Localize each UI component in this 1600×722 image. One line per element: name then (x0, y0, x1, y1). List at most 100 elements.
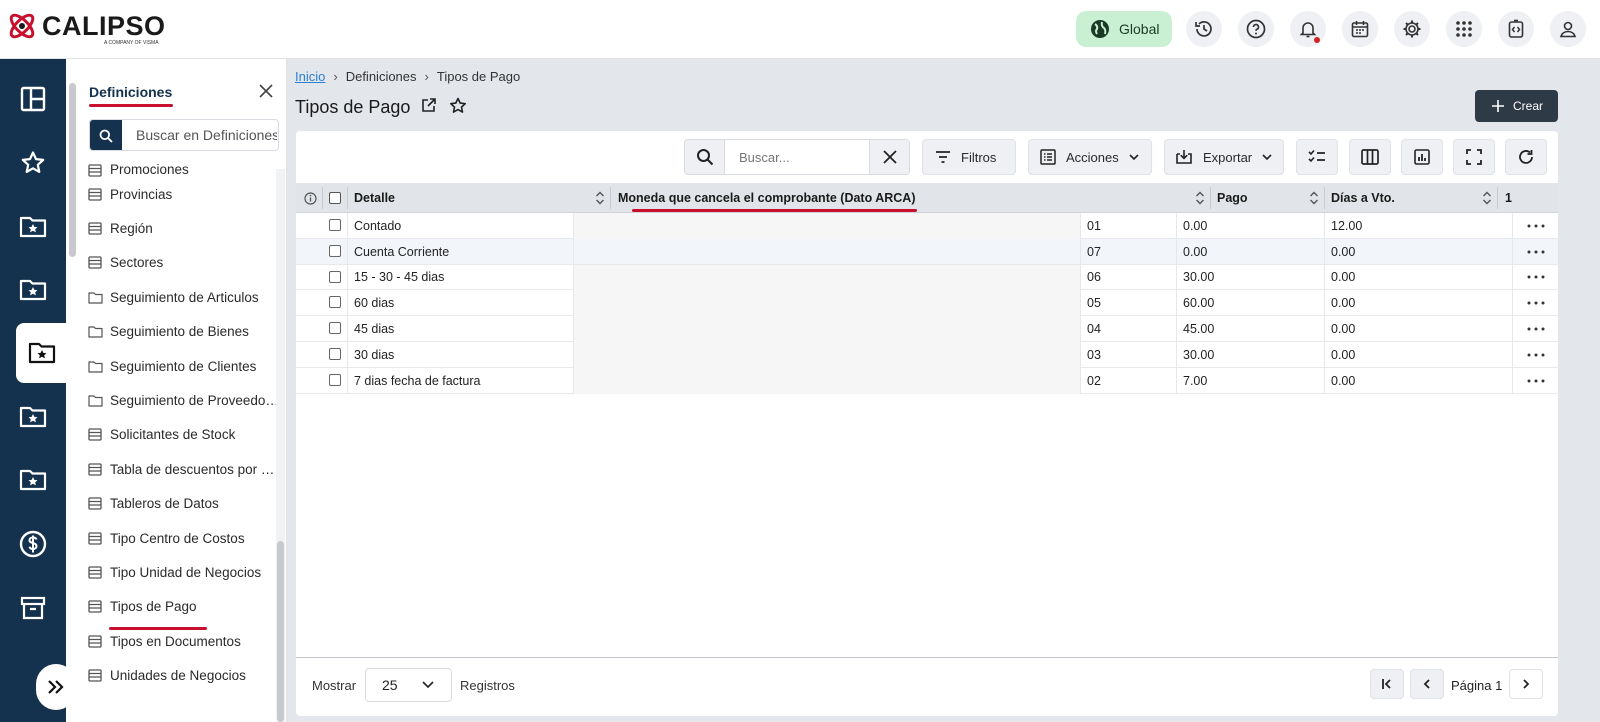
create-button[interactable]: Crear (1475, 90, 1558, 122)
help-button[interactable] (1238, 11, 1274, 47)
row-more-button[interactable] (1512, 264, 1558, 291)
rail-folder-3[interactable] (0, 387, 66, 447)
tree-item[interactable]: Seguimiento de Articulos (88, 280, 278, 314)
panel-search-input[interactable] (122, 120, 277, 150)
first-page-button[interactable] (1370, 669, 1404, 699)
table-row[interactable]: Contado 01 0.00 12.00 (296, 213, 1558, 239)
rail-dashboard[interactable] (0, 69, 66, 129)
developer-button[interactable] (1498, 11, 1534, 47)
table-row[interactable]: 45 dias 04 45.00 0.00 (296, 316, 1558, 342)
row-more-button[interactable] (1512, 316, 1558, 342)
export-button[interactable]: Exportar (1164, 139, 1284, 175)
row-checkbox[interactable] (329, 296, 341, 309)
row-checkbox[interactable] (329, 244, 341, 257)
row-more-button[interactable] (1512, 290, 1558, 317)
tree-item-label: Provincias (110, 186, 173, 202)
tree-item[interactable]: Tableros de Datos (88, 487, 278, 521)
more-horizontal-icon (1527, 250, 1544, 254)
report-button[interactable] (1401, 139, 1443, 175)
favorite-button[interactable] (449, 97, 467, 115)
notifications-button[interactable] (1290, 11, 1326, 47)
panel-title: Definiciones (89, 84, 173, 100)
tree-item[interactable]: Tipos de Pago (88, 590, 278, 624)
tree-item[interactable]: Solicitantes de Stock (88, 418, 278, 452)
table-icon (88, 531, 102, 545)
rail-folder-1[interactable] (0, 197, 66, 257)
rail-folder-4[interactable] (0, 450, 66, 510)
table-row[interactable]: 7 dias fecha de factura 02 7.00 0.00 (296, 367, 1558, 394)
tree-item[interactable]: Seguimiento de Bienes (88, 315, 278, 349)
tree-item[interactable]: Promociones (88, 161, 278, 177)
calipso-logo[interactable]: CALIPSO (6, 9, 166, 43)
cell-code: 06 (1080, 264, 1176, 291)
rail-favorites[interactable] (0, 133, 66, 193)
select-all-checkbox[interactable] (329, 183, 341, 213)
columns-button[interactable] (1349, 139, 1391, 175)
info-column-header[interactable] (304, 183, 317, 213)
breadcrumb-home-link[interactable]: Inicio (295, 69, 325, 84)
table-row[interactable]: 60 dias 05 60.00 0.00 (296, 290, 1558, 317)
row-more-button[interactable] (1512, 341, 1558, 368)
sort-icon[interactable] (1195, 190, 1205, 206)
column-header-extra[interactable]: 1 (1505, 183, 1512, 213)
grid-search-clear-button[interactable] (869, 140, 909, 174)
refresh-button[interactable] (1505, 139, 1547, 175)
breadcrumb-definitions[interactable]: Definiciones (346, 69, 417, 84)
sort-icon[interactable] (1309, 190, 1319, 206)
tree-item-label: Tipos en Documentos (110, 633, 241, 649)
calendar-button[interactable] (1342, 11, 1378, 47)
column-header-detalle[interactable]: Detalle (354, 183, 395, 213)
rail-folder-definitions[interactable] (16, 323, 66, 383)
filters-button[interactable]: Filtros (922, 139, 1016, 175)
rail-finance[interactable] (0, 514, 66, 574)
row-checkbox[interactable] (329, 270, 341, 283)
apps-button[interactable] (1446, 11, 1482, 47)
star-folder-icon (19, 406, 47, 428)
next-page-button[interactable] (1509, 669, 1543, 699)
history-button[interactable] (1186, 11, 1222, 47)
rail-archive[interactable] (0, 578, 66, 638)
panel-right-scrollbar[interactable] (276, 169, 285, 722)
grid-search-button[interactable] (685, 140, 725, 174)
prev-page-button[interactable] (1410, 669, 1444, 699)
tree-item[interactable]: Tabla de descuentos por … (88, 452, 278, 486)
sort-icon[interactable] (595, 190, 605, 206)
fullscreen-button[interactable] (1453, 139, 1495, 175)
tree-item[interactable]: Región (88, 211, 278, 245)
row-checkbox[interactable] (329, 322, 341, 335)
select-rows-button[interactable] (1296, 139, 1338, 175)
row-checkbox[interactable] (329, 347, 341, 360)
settings-button[interactable] (1394, 11, 1430, 47)
table-row[interactable]: 30 dias 03 30.00 0.00 (296, 341, 1558, 368)
tree-item[interactable]: Tipo Centro de Costos (88, 521, 278, 555)
column-header-pago[interactable]: Pago (1217, 183, 1248, 213)
row-more-button[interactable] (1512, 213, 1558, 239)
sort-icon[interactable] (1482, 190, 1492, 206)
tree-item[interactable]: Seguimiento de Clientes (88, 349, 278, 383)
row-more-button[interactable] (1512, 238, 1558, 265)
tree-item[interactable]: Provincias (88, 177, 278, 211)
grid-search-input[interactable] (725, 140, 869, 174)
rail-folder-2[interactable] (0, 260, 66, 320)
tree-item-label: Seguimiento de Articulos (110, 289, 259, 305)
row-more-button[interactable] (1512, 367, 1558, 394)
selected-item-highlight (109, 627, 207, 630)
open-new-window-button[interactable] (421, 97, 437, 115)
column-header-dias[interactable]: Días a Vto. (1331, 183, 1395, 213)
tree-item[interactable]: Unidades de Negocios (88, 658, 278, 692)
page-size-select[interactable]: 25 (365, 668, 452, 702)
row-checkbox[interactable] (329, 219, 341, 231)
user-button[interactable] (1550, 11, 1586, 47)
star-icon (450, 97, 466, 113)
panel-search-button[interactable] (90, 120, 122, 150)
panel-left-scrollbar[interactable] (67, 71, 78, 711)
tree-item[interactable]: Seguimiento de Proveedo… (88, 383, 278, 417)
panel-close-button[interactable] (258, 83, 274, 99)
tree-item[interactable]: Tipo Unidad de Negocios (88, 555, 278, 589)
table-row[interactable]: Cuenta Corriente 07 0.00 0.00 (296, 238, 1558, 265)
tree-item[interactable]: Sectores (88, 246, 278, 280)
row-checkbox[interactable] (329, 373, 341, 386)
actions-button[interactable]: Acciones (1028, 139, 1152, 175)
global-company-button[interactable]: Global (1076, 11, 1172, 47)
table-row[interactable]: 15 - 30 - 45 dias 06 30.00 0.00 (296, 264, 1558, 291)
